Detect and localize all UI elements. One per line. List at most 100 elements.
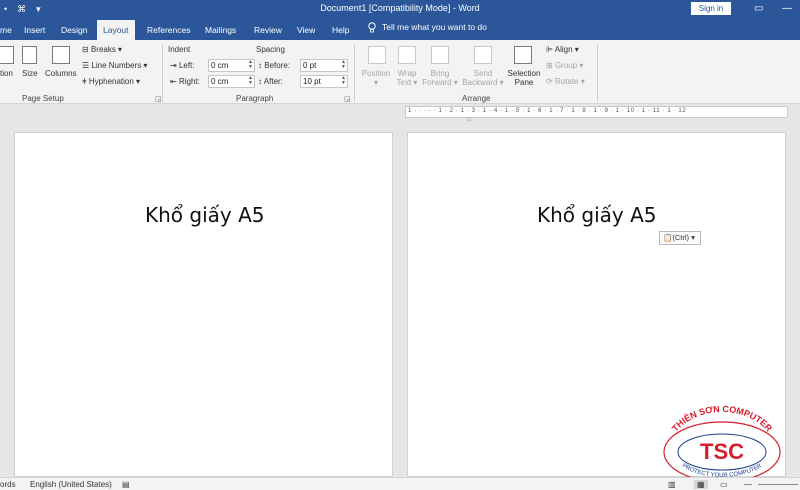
breaks-icon: ⊟ [82, 45, 91, 54]
indent-left-input[interactable]: 0 cm ▲ ▼ [208, 59, 255, 72]
indent-left-icon: ⇥ [170, 61, 179, 70]
selection-pane-label: Selection [507, 69, 541, 78]
position-label: Position [361, 69, 391, 78]
indent-left-value: 0 cm [211, 61, 229, 70]
arrange-group-label: Arrange [462, 94, 491, 103]
spacing-header: Spacing [256, 45, 285, 54]
line-numbers-button[interactable]: ☰ Line Numbers ▾ [82, 61, 147, 70]
paragraph-group-label: Paragraph [236, 94, 274, 103]
wrap-text-icon [398, 46, 416, 64]
indent-right-icon: ⇤ [170, 77, 179, 86]
tab-review[interactable]: Review [254, 22, 282, 40]
tab-mailings[interactable]: Mailings [205, 22, 236, 40]
indent-right-value: 0 cm [211, 77, 229, 86]
read-mode-icon[interactable]: ▥ [668, 480, 676, 489]
spinner-icon[interactable]: ▲ ▼ [341, 76, 346, 86]
send-backward-sub: Backward ▾ [462, 78, 504, 87]
tell-me-text: Tell me what you want to do [382, 22, 487, 32]
ribbon-display-icon[interactable]: ▭ [754, 0, 763, 18]
language-status[interactable]: English (United States) [30, 480, 112, 489]
tab-layout[interactable]: Layout [97, 20, 135, 40]
sign-in-button[interactable]: Sign in [691, 2, 731, 15]
spinner-icon[interactable]: ▲ ▼ [341, 60, 346, 70]
indent-right-label: ⇤ Right: [170, 77, 200, 86]
tab-view[interactable]: View [297, 22, 315, 40]
spacing-before-value: 0 pt [303, 61, 317, 70]
print-layout-icon[interactable]: ▦ [694, 480, 708, 489]
orientation-button[interactable]: tion [0, 69, 13, 78]
send-backward-button[interactable]: Send Backward ▾ [460, 69, 506, 87]
tab-references[interactable]: References [147, 22, 190, 40]
indent-left-label: ⇥ Left: [170, 61, 195, 70]
hyphenation-label: Hyphenation ▾ [88, 77, 141, 86]
align-button[interactable]: ⊫ Align ▾ [546, 45, 579, 54]
group-icon: ⊞ [546, 61, 555, 70]
wrap-text-sub: Text ▾ [396, 78, 418, 87]
group-separator [354, 44, 355, 102]
tsc-logo: THIÊN SƠN COMPUTER TSC PROTECT YOUR COMP… [663, 404, 781, 479]
spacing-before-input[interactable]: 0 pt ▲ ▼ [300, 59, 348, 72]
word-count[interactable]: ords [0, 480, 16, 489]
ribbon-layout: tion Size Columns ⊟ Breaks ▾ ☰ Line Numb… [0, 40, 800, 104]
wrap-text-label: Wrap [397, 69, 417, 78]
macro-icon[interactable]: ▤ [122, 480, 130, 489]
paste-options-label: (Ctrl) ▾ [672, 233, 695, 242]
paragraph-launcher-icon[interactable]: ◲ [344, 95, 351, 103]
status-bar: ords English (United States) ▤ ▥ ▦ ▭ — [0, 477, 800, 490]
tell-me-box[interactable]: Tell me what you want to do [368, 22, 487, 33]
selection-pane-icon [514, 46, 532, 64]
page-1-text[interactable]: Khổ giấy A5 [145, 203, 265, 227]
spinner-icon[interactable]: ▲ ▼ [248, 60, 253, 70]
selection-pane-button[interactable]: Selection Pane [506, 69, 542, 87]
position-button[interactable]: Position ▾ [361, 69, 391, 87]
hyphenation-button[interactable]: ǂ Hyphenation ▾ [82, 77, 140, 86]
columns-button[interactable]: Columns [45, 69, 77, 78]
spacing-before-text: Before: [264, 61, 291, 70]
tab-home[interactable]: me [0, 22, 12, 40]
indent-left-text: Left: [178, 61, 195, 70]
page-2-text[interactable]: Khổ giấy A5 [537, 203, 657, 227]
tab-design[interactable]: Design [61, 22, 87, 40]
zoom-slider[interactable] [758, 484, 798, 485]
size-button[interactable]: Size [22, 69, 38, 78]
indent-right-text: Right: [178, 77, 200, 86]
ruler-ticks: 1 · · · · · 1 · 2 · 1 · 3 · 1 · 4 · 1 · … [408, 108, 687, 114]
breaks-button[interactable]: ⊟ Breaks ▾ [82, 45, 122, 54]
selection-pane-sub: Pane [514, 78, 534, 87]
minimize-icon[interactable]: — [782, 0, 792, 18]
group-button[interactable]: ⊞ Group ▾ [546, 61, 583, 70]
tab-insert[interactable]: Insert [24, 22, 45, 40]
wrap-text-button[interactable]: Wrap Text ▾ [393, 69, 421, 87]
spacing-after-input[interactable]: 10 pt ▲ ▼ [300, 75, 348, 88]
document-page-1[interactable]: Khổ giấy A5 [14, 132, 393, 477]
indent-right-input[interactable]: 0 cm ▲ ▼ [208, 75, 255, 88]
page-setup-launcher-icon[interactable]: ◲ [155, 95, 162, 103]
line-numbers-icon: ☰ [82, 61, 92, 70]
logo-letters: TSC [700, 439, 744, 464]
bring-forward-label: Bring [430, 69, 450, 78]
columns-icon [52, 46, 70, 64]
web-layout-icon[interactable]: ▭ [720, 480, 728, 489]
spacing-after-text: After: [263, 77, 283, 86]
rotate-button[interactable]: ⟳ Rotate ▾ [546, 77, 585, 86]
spacing-after-label: ↕ After: [258, 77, 283, 86]
align-icon: ⊫ [546, 45, 555, 54]
spacing-after-value: 10 pt [303, 77, 321, 86]
align-label: Align ▾ [554, 45, 579, 54]
clipboard-icon: 📋 [663, 233, 673, 242]
bring-forward-button[interactable]: Bring Forward ▾ [420, 69, 460, 87]
indent-header: Indent [168, 45, 191, 54]
spinner-icon[interactable]: ▲ ▼ [248, 76, 253, 86]
group-separator [597, 44, 598, 102]
zoom-out-icon[interactable]: — [744, 480, 752, 489]
paste-options-button[interactable]: 📋(Ctrl) ▾ [659, 231, 701, 245]
indent-marker-icon[interactable]: ⌂ [467, 116, 471, 123]
page-setup-group-label: Page Setup [22, 94, 64, 103]
horizontal-ruler[interactable]: 1 · · · · · 1 · 2 · 1 · 3 · 1 · 4 · 1 · … [405, 106, 788, 118]
rotate-icon: ⟳ [546, 77, 555, 86]
tab-help[interactable]: Help [332, 22, 349, 40]
hyphenation-icon: ǂ [82, 77, 89, 86]
ribbon-tabs: me Insert Design Layout References Maili… [0, 18, 800, 40]
title-bar: • ⌘ ▾ Document1 [Compatibility Mode] - W… [0, 0, 800, 18]
bring-forward-icon [431, 46, 449, 64]
